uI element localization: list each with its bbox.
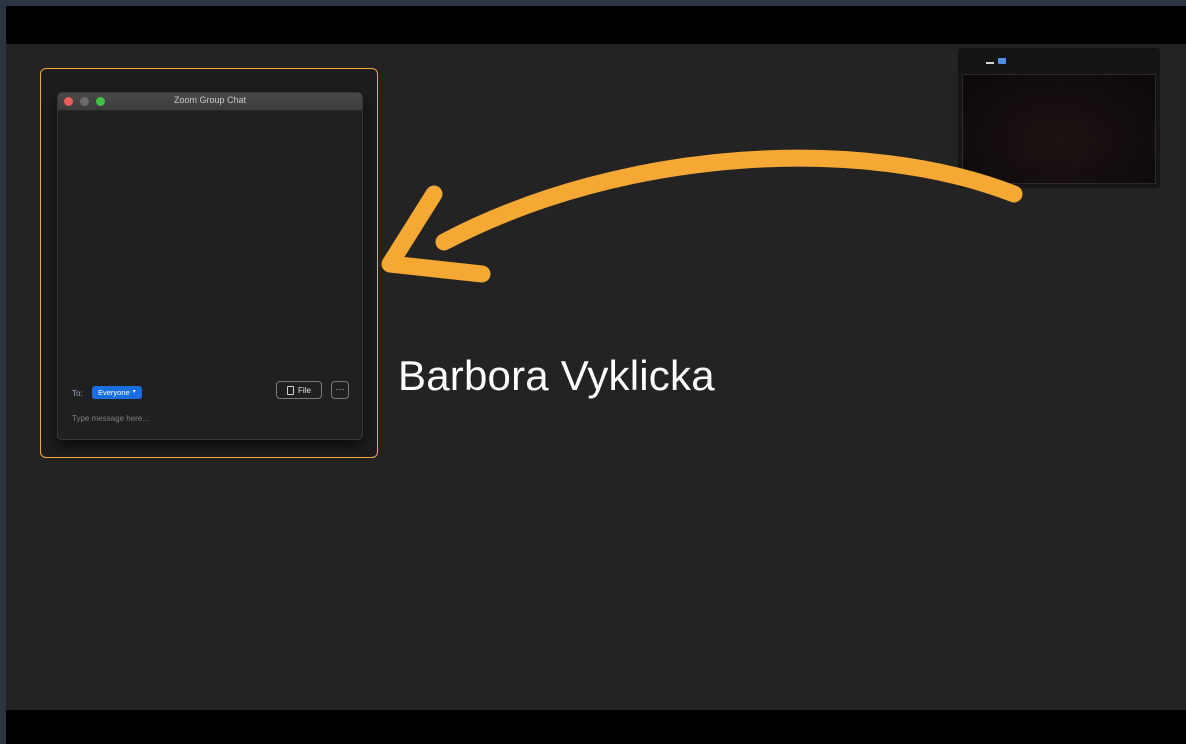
- file-button[interactable]: File: [276, 381, 322, 399]
- meeting-screen: Zoom Group Chat To: Everyone ▾ File ··· …: [6, 6, 1186, 744]
- mini-window-header[interactable]: [958, 48, 1160, 72]
- arrow-head: [381, 185, 491, 283]
- to-label: To:: [72, 389, 83, 398]
- video-preview: [962, 74, 1156, 184]
- participant-name: Barbora Vyklicka: [398, 352, 715, 399]
- file-icon: [287, 385, 295, 395]
- chat-window-title: Zoom Group Chat: [173, 95, 247, 105]
- recipient-dropdown[interactable]: Everyone ▾: [92, 386, 142, 399]
- group-chat-window: Zoom Group Chat To: Everyone ▾ File ···: [57, 92, 363, 440]
- more-options-button[interactable]: ···: [331, 381, 349, 399]
- arrow-shaft: [435, 149, 1023, 251]
- recipient-label: Everyone: [98, 388, 130, 397]
- file-button-label: File: [298, 385, 311, 395]
- expand-icon[interactable]: [998, 58, 1006, 64]
- chevron-down-icon: ▾: [132, 389, 136, 395]
- mini-video-window[interactable]: [958, 48, 1160, 188]
- chat-titlebar[interactable]: Zoom Group Chat: [58, 93, 362, 111]
- minimize-icon[interactable]: [986, 62, 994, 64]
- message-input[interactable]: [72, 411, 342, 425]
- bottom-bar: [6, 710, 1186, 744]
- top-bar: [6, 6, 1186, 44]
